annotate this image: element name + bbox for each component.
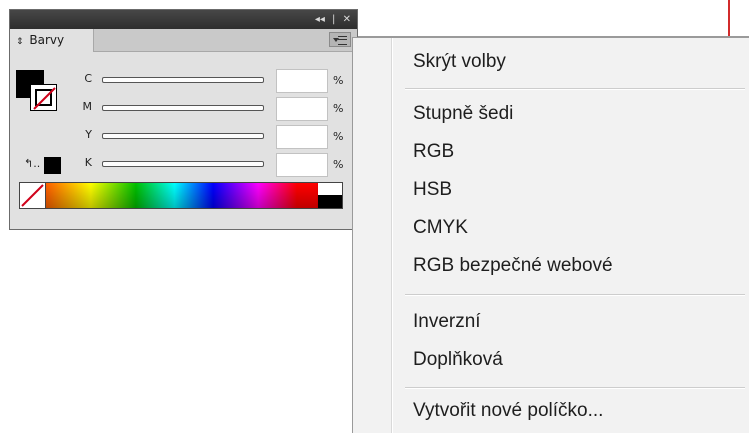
channel-row-y: Y % xyxy=(10,123,359,149)
divider: | xyxy=(332,14,336,25)
menu-item-rgb[interactable]: RGB xyxy=(413,138,454,166)
percent-label: % xyxy=(333,102,344,115)
channel-value-input[interactable] xyxy=(276,125,328,149)
menu-separator xyxy=(405,387,745,389)
channel-value-input[interactable] xyxy=(276,69,328,93)
menu-item-complement[interactable]: Doplňková xyxy=(413,346,503,374)
percent-label: % xyxy=(333,74,344,87)
channel-row-c: C % xyxy=(10,67,359,93)
none-slash-icon xyxy=(21,184,44,207)
tab-label: Barvy xyxy=(29,33,65,47)
channel-slider[interactable] xyxy=(102,77,264,83)
close-icon[interactable]: ✕ xyxy=(343,14,351,25)
channel-value-input[interactable] xyxy=(276,153,328,177)
menu-separator xyxy=(405,294,745,296)
menu-separator xyxy=(405,88,745,90)
channel-slider[interactable] xyxy=(102,105,264,111)
channel-label: Y xyxy=(85,128,92,141)
none-color-swatch[interactable] xyxy=(20,183,46,208)
menu-item-new-swatch[interactable]: Vytvořit nové políčko... xyxy=(413,397,603,425)
menu-item-cmyk[interactable]: CMYK xyxy=(413,214,468,242)
menu-item-hsb[interactable]: HSB xyxy=(413,176,452,204)
document-edge xyxy=(358,0,749,38)
panel-tab-row: ⇕ Barvy xyxy=(10,29,357,52)
panel-titlebar[interactable]: ◂◂ | ✕ xyxy=(10,10,357,29)
panel-flyout-menu: Skrýt volby Stupně šedi RGB HSB CMYK RGB… xyxy=(352,37,749,433)
percent-label: % xyxy=(333,130,344,143)
channel-slider[interactable] xyxy=(102,161,264,167)
tab-barvy[interactable]: ⇕ Barvy xyxy=(10,29,94,52)
updown-arrows-icon: ⇕ xyxy=(16,37,24,47)
menu-item-web-safe-rgb[interactable]: RGB bezpečné webové xyxy=(413,252,613,280)
document-red-border xyxy=(728,0,730,36)
color-spectrum[interactable] xyxy=(19,182,343,209)
channel-label: K xyxy=(84,156,92,169)
collapse-icon[interactable]: ◂◂ xyxy=(315,14,325,25)
percent-label: % xyxy=(333,158,344,171)
white-swatch[interactable] xyxy=(318,183,342,195)
channel-label: C xyxy=(84,72,92,85)
menu-item-grayscale[interactable]: Stupně šedi xyxy=(413,100,513,128)
swatches-panel: ◂◂ | ✕ ⇕ Barvy ↰.. C % M % Y % K % xyxy=(9,9,358,230)
titlebar-buttons: ◂◂ | ✕ xyxy=(311,12,351,27)
channel-row-m: M % xyxy=(10,95,359,121)
panel-menu-icon[interactable] xyxy=(329,32,351,47)
menu-item-hide-options[interactable]: Skrýt volby xyxy=(413,48,506,76)
black-swatch[interactable] xyxy=(318,195,342,208)
channel-slider[interactable] xyxy=(102,133,264,139)
channel-label: M xyxy=(82,100,93,113)
channel-value-input[interactable] xyxy=(276,97,328,121)
menu-item-invert[interactable]: Inverzní xyxy=(413,308,481,336)
channel-row-k: K % xyxy=(10,151,359,177)
